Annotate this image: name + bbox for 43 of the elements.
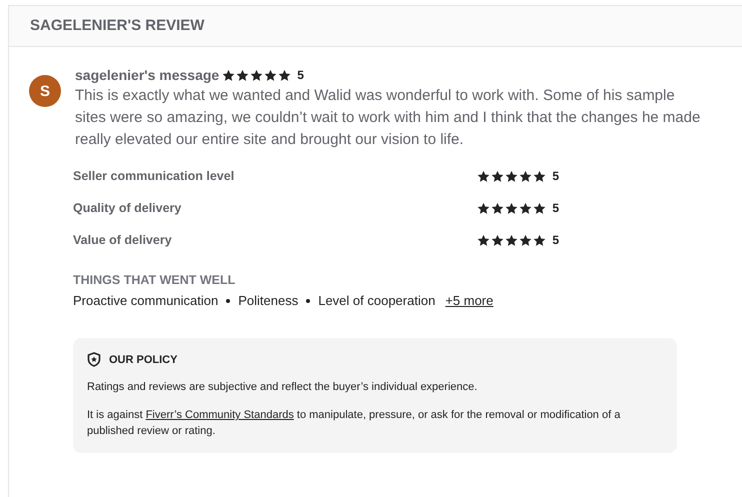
rating-label: Seller communication level bbox=[73, 169, 234, 183]
rating-label: Quality of delivery bbox=[73, 201, 182, 215]
star-icon bbox=[533, 202, 546, 214]
section-title: THINGS THAT WENT WELL bbox=[73, 273, 236, 287]
bullet-icon bbox=[306, 298, 310, 302]
rating-value: 5 bbox=[552, 169, 559, 183]
star-icon bbox=[519, 170, 532, 182]
policy-text: It is against Fiverr’s Community Standards to manipulate, pressure, or ask for the removal or modification of a published review or rating. bbox=[87, 408, 622, 439]
rating-value: 5 bbox=[297, 68, 304, 82]
review-text: This is exactly what we wanted and Walid was wonderful to work with. Some of his sample sites were so amazing, we couldn’t wait to work with him and I think that the changes he made really elevated our entire site and brought our vision to life. bbox=[75, 86, 702, 150]
star-icon bbox=[264, 68, 278, 82]
star-icon bbox=[222, 68, 236, 82]
star-icon bbox=[477, 234, 490, 246]
more-link[interactable]: +5 more bbox=[445, 293, 494, 308]
star-icon bbox=[519, 234, 532, 246]
star-icon bbox=[505, 170, 518, 182]
star-icon bbox=[278, 68, 292, 82]
star-icon bbox=[491, 234, 504, 246]
star-icon bbox=[250, 68, 264, 82]
star-icon bbox=[236, 68, 250, 82]
star-icon bbox=[477, 170, 490, 182]
star-icon bbox=[505, 234, 518, 246]
avatar: S bbox=[29, 75, 61, 107]
star-icon bbox=[491, 202, 504, 214]
rating-label: Value of delivery bbox=[73, 233, 172, 247]
shield-icon bbox=[87, 352, 101, 367]
highlight-item: Proactive communication bbox=[73, 293, 218, 308]
rating-value: 5 bbox=[552, 201, 559, 215]
star-icon bbox=[491, 170, 504, 182]
policy-text: Ratings and reviews are subjective and reflect the buyer’s individual experience. bbox=[87, 380, 478, 395]
rating-value: 5 bbox=[552, 233, 559, 247]
highlight-item: Politeness bbox=[238, 293, 298, 308]
bullet-icon bbox=[226, 298, 230, 302]
star-icon bbox=[519, 202, 532, 214]
star-icon bbox=[505, 202, 518, 214]
star-icon bbox=[477, 202, 490, 214]
panel-title: SAGELENIER'S REVIEW bbox=[30, 17, 206, 34]
star-icon bbox=[533, 170, 546, 182]
author-name: sagelenier's message bbox=[75, 67, 220, 83]
policy-title: OUR POLICY bbox=[109, 354, 178, 366]
highlight-item: Level of cooperation bbox=[318, 293, 436, 308]
star-icon bbox=[533, 234, 546, 246]
standards-link[interactable]: Fiverr’s Community Standards bbox=[146, 409, 294, 421]
